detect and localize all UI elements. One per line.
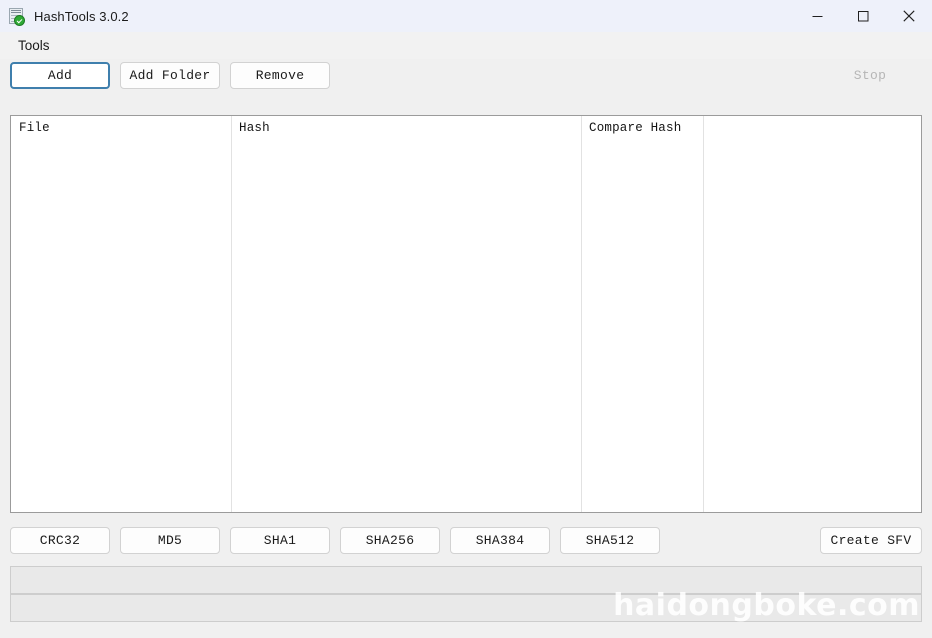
title-bar-left: HashTools 3.0.2	[0, 7, 129, 26]
column-divider[interactable]	[703, 116, 704, 512]
column-header-file[interactable]: File	[19, 121, 50, 135]
hash-algorithm-bar: CRC32 MD5 SHA1 SHA256 SHA384 SHA512 Create SFV	[0, 524, 932, 560]
stop-button: Stop	[818, 62, 922, 89]
column-divider[interactable]	[231, 116, 232, 512]
window-title: HashTools 3.0.2	[34, 8, 129, 24]
menu-bar: Tools	[0, 32, 932, 59]
column-header-compare-hash[interactable]: Compare Hash	[589, 121, 681, 135]
add-button[interactable]: Add	[10, 62, 110, 89]
create-sfv-button[interactable]: Create SFV	[820, 527, 922, 554]
crc32-button[interactable]: CRC32	[10, 527, 110, 554]
progress-bar-current	[10, 594, 922, 622]
md5-button[interactable]: MD5	[120, 527, 220, 554]
menu-item-tools[interactable]: Tools	[14, 36, 54, 55]
remove-button[interactable]: Remove	[230, 62, 330, 89]
sha256-button[interactable]: SHA256	[340, 527, 440, 554]
column-header-hash[interactable]: Hash	[239, 121, 270, 135]
file-list-view[interactable]: File Hash Compare Hash	[10, 115, 922, 513]
window-controls	[794, 0, 932, 32]
sha512-button[interactable]: SHA512	[560, 527, 660, 554]
progress-bar-overall	[10, 566, 922, 594]
close-icon[interactable]	[886, 0, 932, 32]
toolbar: Add Add Folder Remove Stop	[0, 59, 932, 101]
sha384-button[interactable]: SHA384	[450, 527, 550, 554]
maximize-icon[interactable]	[840, 0, 886, 32]
add-folder-button[interactable]: Add Folder	[120, 62, 220, 89]
title-bar: HashTools 3.0.2	[0, 0, 932, 32]
column-divider[interactable]	[581, 116, 582, 512]
sha1-button[interactable]: SHA1	[230, 527, 330, 554]
hashtools-app-icon	[9, 7, 26, 26]
minimize-icon[interactable]	[794, 0, 840, 32]
